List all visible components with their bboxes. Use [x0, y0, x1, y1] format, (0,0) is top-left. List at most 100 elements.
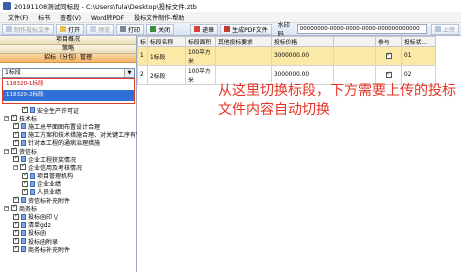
participate-checkbox[interactable] [385, 70, 392, 78]
tree-item-label: 安全生产许可证 [37, 107, 80, 115]
table-cell: 2标段 [147, 65, 186, 85]
window-title: 20191108测试同标段 - C:\Users\fula\Desktop\投标… [14, 3, 197, 11]
tree-item-checkbox[interactable] [13, 244, 19, 253]
document-icon [21, 238, 26, 245]
menu-help[interactable]: 投标文件制作-帮助 [134, 13, 184, 22]
section-option-1[interactable]: 118320-1标段 [3, 79, 134, 90]
column-header[interactable] [333, 36, 376, 47]
section-select-value: 1标段 [5, 69, 21, 76]
tree-item-checkbox[interactable] [20, 162, 26, 171]
collapse-icon[interactable]: − [13, 164, 18, 170]
tree-item[interactable]: −商务标 [0, 203, 137, 213]
column-header[interactable]: 投标价格 [271, 36, 334, 47]
document-tree: 安全生产许可证−技术标施工总平面图布置设计合理施工方案和技术措施合理、对关键工序… [0, 105, 142, 254]
left-panel: 项目概况 策略 招标（分包）管理 1标段 ▼ 118320-1标段 118320… [0, 36, 142, 272]
section-options-list: 118320-1标段 118320-2标段 [2, 78, 135, 104]
document-icon [6, 26, 12, 32]
column-header[interactable]: 标段面积 [185, 36, 216, 47]
folder-icon [60, 26, 67, 32]
participate-checkbox[interactable] [385, 51, 392, 59]
title-bar: 20191108测试同标段 - C:\Users\fula\Desktop\投标… [0, 0, 461, 12]
document-icon [21, 131, 26, 138]
upload-icon [434, 26, 441, 32]
document-icon [21, 246, 26, 253]
submit-button[interactable]: 递章 [190, 23, 219, 35]
column-header[interactable]: 其他投标要求 [215, 36, 272, 47]
menu-view[interactable]: 查看(V) [60, 13, 81, 22]
table-cell: 1标段 [147, 46, 186, 66]
app-icon [3, 2, 11, 10]
column-header[interactable]: 参与 [375, 36, 402, 47]
document-icon [21, 123, 26, 130]
table-cell: 100平方米 [185, 65, 216, 85]
close-button[interactable]: 关闭 [146, 23, 175, 35]
make-bid-button[interactable]: 制作投标文件 [2, 23, 55, 35]
tree-item-checkbox[interactable] [22, 171, 28, 179]
tree-item-checkbox[interactable] [13, 236, 19, 245]
toolbar: 制作投标文件 打开 预览 打印 关闭 递章 生成PDF文件 水印码 000000… [0, 22, 461, 38]
open-button[interactable]: 打开 [56, 23, 85, 35]
table-row[interactable]: 11标段100平方米 3000000.00 01 [137, 46, 436, 66]
tree-item[interactable]: 项目管理机构 [0, 171, 137, 180]
tree-item[interactable]: 投标函印 \/ [0, 212, 137, 221]
table-header: 标标段名称 标段面积 其他投标要求 投标价格 参与 投标状... [137, 36, 436, 47]
document-icon [30, 188, 35, 195]
menu-bar: 文件(F) 标书 查看(V) Word转PDF 投标文件制作-帮助 [0, 12, 461, 23]
tree-item-checkbox[interactable] [13, 154, 19, 163]
tree-item[interactable]: 投标函 [0, 228, 137, 237]
document-icon [21, 213, 26, 220]
tree-item-checkbox[interactable] [13, 220, 19, 228]
generate-pdf-button[interactable]: 生成PDF文件 [220, 23, 272, 35]
tree-item-checkbox[interactable] [22, 179, 28, 187]
preview-icon [90, 26, 97, 32]
panel-project-overview[interactable]: 项目概况 [0, 36, 136, 45]
preview-button[interactable]: 预览 [86, 23, 115, 35]
tree-item-checkbox[interactable] [11, 113, 17, 122]
panel-tender-management[interactable]: 招标（分包）管理 [0, 54, 136, 63]
tree-item-checkbox[interactable] [13, 130, 19, 138]
tree-item-checkbox[interactable] [22, 105, 28, 114]
print-button[interactable]: 打印 [116, 23, 145, 35]
tree-item[interactable]: 清单gdz [0, 220, 137, 229]
menu-bid[interactable]: 标书 [38, 13, 50, 22]
collapse-icon[interactable]: − [4, 148, 9, 154]
close-icon [150, 26, 157, 32]
column-header[interactable]: 标段名称 [147, 36, 186, 47]
verify-code-field[interactable]: 00000000-0000-0000-0000-000000000000 [296, 24, 427, 34]
tree-item-checkbox[interactable] [22, 187, 28, 195]
annotation-text: 从这里切换标段，下方需要上传的投标文件内容自动切换 [218, 83, 456, 118]
participate-cell[interactable] [375, 46, 402, 66]
table-cell: 2 [137, 65, 148, 85]
tree-item-checkbox[interactable] [13, 195, 19, 204]
tree-item-checkbox[interactable] [13, 212, 19, 220]
collapse-icon[interactable]: − [4, 115, 9, 121]
table-cell [215, 46, 272, 66]
document-icon [21, 221, 26, 228]
document-icon [21, 197, 26, 204]
panel-strategy[interactable]: 策略 [0, 45, 136, 54]
column-header[interactable]: 投标状... [401, 36, 436, 47]
tree-item-checkbox[interactable] [13, 228, 19, 236]
collapse-icon[interactable]: − [4, 205, 9, 211]
tree-item[interactable]: 商务标补充附件 [0, 244, 137, 254]
section-select[interactable]: 1标段 ▼ [2, 68, 135, 78]
section-grid-area: 标标段名称 标段面积 其他投标要求 投标价格 参与 投标状... 1 1标段 100平方米 30… [137, 36, 461, 272]
printer-icon [120, 26, 127, 32]
tree-item[interactable]: 企业业绩 [0, 179, 137, 188]
menu-file[interactable]: 文件(F) [8, 13, 28, 22]
tree-item-checkbox[interactable] [11, 203, 17, 212]
menu-word-to-pdf[interactable]: Word转PDF [91, 13, 124, 22]
column-header[interactable]: 标 [137, 36, 148, 47]
tree-item-checkbox[interactable] [13, 121, 19, 130]
document-icon [21, 139, 26, 146]
chevron-down-icon[interactable]: ▼ [124, 69, 134, 77]
document-icon [30, 180, 35, 187]
tree-item-checkbox[interactable] [13, 138, 19, 146]
table-cell: 1 [137, 46, 148, 66]
tree-item-checkbox[interactable] [11, 146, 17, 155]
table-cell [333, 46, 376, 66]
tree-item-label: 针对本工程的通病治理措施 [28, 140, 101, 148]
document-icon [30, 172, 35, 179]
section-option-2[interactable]: 118320-2标段 [3, 90, 134, 101]
upload-button[interactable]: 上传 [430, 23, 459, 35]
